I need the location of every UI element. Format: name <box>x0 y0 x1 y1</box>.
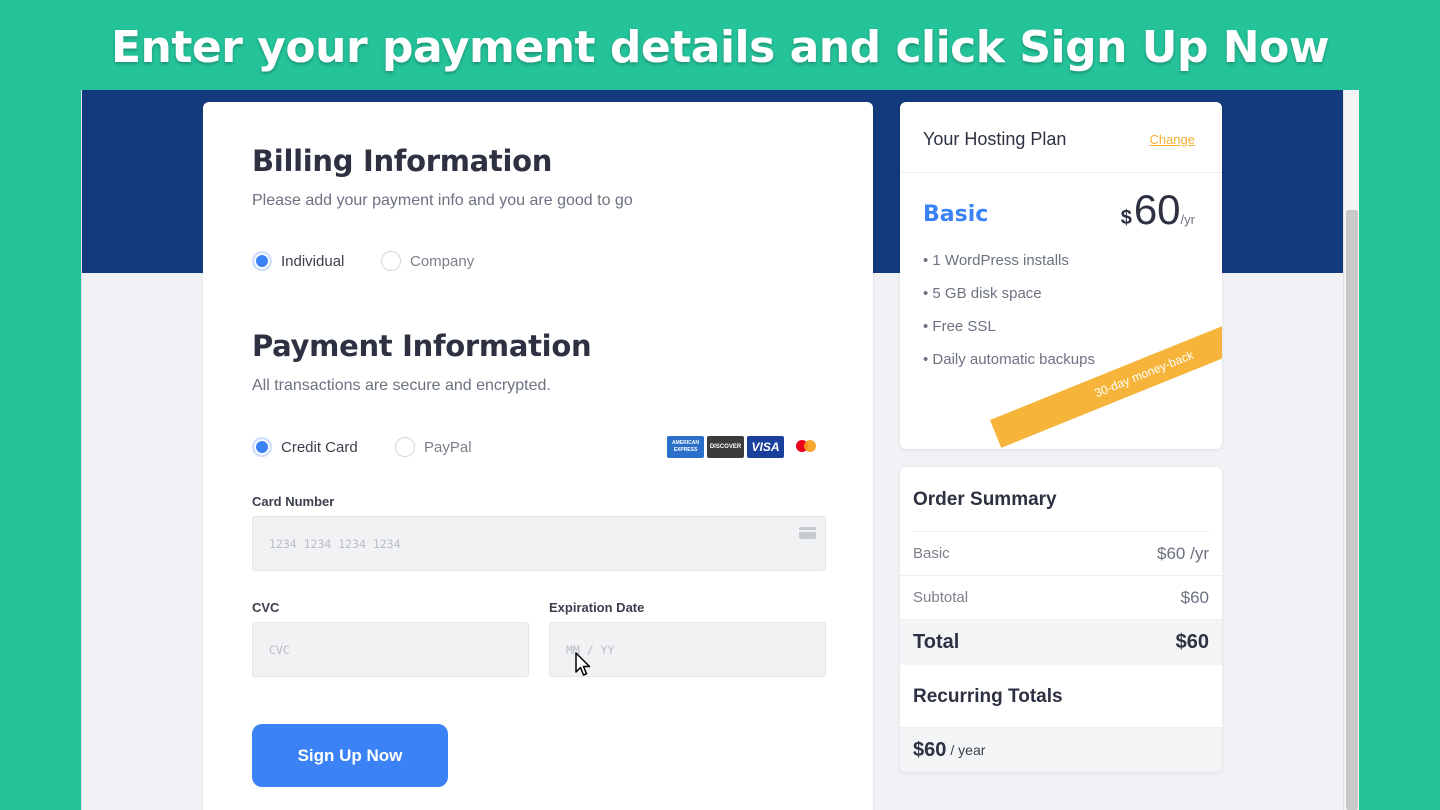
expiry-label: Expiration Date <box>549 600 645 615</box>
plan-name: Basic <box>923 202 989 227</box>
payment-subtitle: All transactions are secure and encrypte… <box>252 377 551 394</box>
page-scrollbar[interactable] <box>1343 90 1359 810</box>
recurring-period: / year <box>950 742 986 758</box>
card-logos: AMERICAN EXPRESS DISCOVER VISA <box>667 436 824 458</box>
total-label: Total <box>913 631 960 653</box>
billing-title: Billing Information <box>252 144 553 178</box>
radio-paypal-label: PayPal <box>424 438 472 456</box>
checkout-form-card: Billing Information Please add your paym… <box>203 102 873 810</box>
card-number-input[interactable]: 1234 1234 1234 1234 <box>252 516 826 571</box>
order-summary-card: Order Summary Basic $60 /yr Subtotal $60… <box>900 467 1222 772</box>
radio-company[interactable]: Company <box>381 251 474 271</box>
radio-selected-icon <box>252 437 272 457</box>
radio-company-label: Company <box>410 252 475 270</box>
order-summary-title: Order Summary <box>913 489 1057 510</box>
summary-row-label: Subtotal <box>913 589 969 606</box>
payment-title: Payment Information <box>252 329 592 363</box>
price-amount: 60 <box>1133 186 1181 233</box>
summary-row-value: $60 /yr <box>1157 543 1209 563</box>
visa-logo-icon: VISA <box>747 436 784 458</box>
radio-paypal[interactable]: PayPal <box>395 437 472 457</box>
feature-item: • 1 WordPress installs <box>923 252 1069 269</box>
plan-title: Your Hosting Plan <box>923 129 1067 149</box>
summary-row-label: Basic <box>913 545 950 562</box>
change-plan-link[interactable]: Change <box>1149 132 1195 147</box>
total-value: $60 <box>1175 631 1209 653</box>
mastercard-circles-icon <box>795 440 816 452</box>
amex-logo-icon: AMERICAN EXPRESS <box>667 436 704 458</box>
plan-features: • 1 WordPress installs • 5 GB disk space… <box>923 252 1095 384</box>
summary-row-plan: Basic $60 /yr <box>913 531 1209 575</box>
summary-row-total: Total $60 <box>900 619 1222 665</box>
feature-item: • 5 GB disk space <box>923 285 1042 302</box>
recurring-amount: $60 <box>913 738 947 761</box>
cvc-input[interactable]: CVC <box>252 622 529 677</box>
summary-row-value: $60 <box>1180 587 1209 607</box>
radio-empty-icon <box>395 437 415 457</box>
plan-header: Your Hosting Plan Change <box>900 102 1222 173</box>
feature-item: • Free SSL <box>923 318 996 335</box>
scrollbar-thumb[interactable] <box>1346 210 1358 810</box>
card-number-placeholder: 1234 1234 1234 1234 <box>269 536 401 551</box>
recurring-total-row: $60 / year <box>900 727 1222 772</box>
mastercard-logo-icon <box>787 436 824 458</box>
cvc-placeholder: CVC <box>269 642 290 657</box>
app-screen: Billing Information Please add your paym… <box>81 90 1359 810</box>
hosting-plan-card: Your Hosting Plan Change Basic $ 60 /yr … <box>900 102 1222 449</box>
mouse-cursor-icon <box>575 652 591 676</box>
sign-up-now-button[interactable]: Sign Up Now <box>252 724 448 787</box>
radio-credit-card-label: Credit Card <box>281 438 358 456</box>
card-number-label: Card Number <box>252 494 335 509</box>
cvc-label: CVC <box>252 600 280 615</box>
billing-subtitle: Please add your payment info and you are… <box>252 192 633 209</box>
radio-credit-card[interactable]: Credit Card <box>252 437 358 457</box>
radio-empty-icon <box>381 251 401 271</box>
plan-price: $ 60 /yr <box>1121 186 1195 234</box>
feature-item: • Daily automatic backups <box>923 351 1095 368</box>
discover-logo-icon: DISCOVER <box>707 436 744 458</box>
price-period: /yr <box>1180 212 1195 227</box>
price-currency: $ <box>1120 207 1132 229</box>
recurring-totals-title: Recurring Totals <box>913 686 1063 707</box>
instruction-banner: Enter your payment details and click Sig… <box>110 22 1330 73</box>
summary-row-subtotal: Subtotal $60 <box>900 575 1222 619</box>
radio-individual[interactable]: Individual <box>252 251 344 271</box>
radio-individual-label: Individual <box>281 252 345 270</box>
credit-card-icon <box>799 527 816 539</box>
radio-selected-icon <box>252 251 272 271</box>
